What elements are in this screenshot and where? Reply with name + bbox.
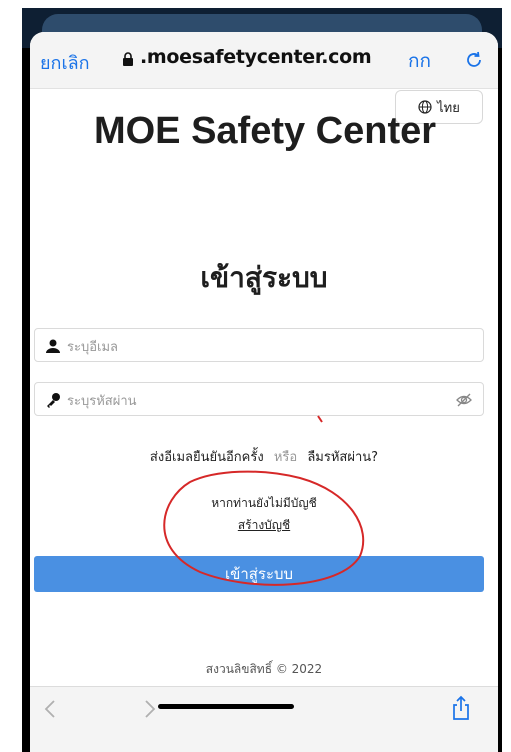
- browser-toolbar: [30, 686, 498, 752]
- back-icon[interactable]: [40, 697, 60, 721]
- eye-slash-icon[interactable]: [455, 391, 473, 409]
- user-icon: [46, 339, 60, 353]
- account-links-row: ส่งอีเมลยืนยันอีกครั้ง หรือ ลืมรหัสผ่าน?: [30, 446, 498, 467]
- or-text: หรือ: [273, 450, 298, 465]
- lock-icon: [123, 52, 133, 66]
- address-bar: ยกเลิก .moesafetycenter.com กก: [30, 32, 498, 89]
- password-placeholder: ระบุรหัสผ่าน: [67, 394, 137, 409]
- share-icon[interactable]: [450, 695, 472, 721]
- copyright-footer: สงวนลิขสิทธิ์ © 2022: [205, 662, 323, 676]
- no-account-text: หากท่านยังไม่มีบัญชี: [211, 496, 317, 510]
- resend-email-link[interactable]: ส่งอีเมลยืนยันอีกครั้ง: [150, 450, 264, 465]
- text-size-button[interactable]: กก: [408, 46, 431, 76]
- forgot-password-link[interactable]: ลืมรหัสผ่าน?: [307, 450, 378, 465]
- password-field[interactable]: ระบุรหัสผ่าน: [34, 382, 484, 416]
- email-field[interactable]: ระบุอีเมล: [34, 328, 484, 362]
- login-heading: เข้าสู่ระบบ: [200, 261, 328, 294]
- reload-icon[interactable]: [464, 50, 484, 70]
- create-account-link[interactable]: สร้างบัญชี: [30, 516, 498, 535]
- page-title: MOE Safety Center: [93, 110, 437, 152]
- email-placeholder: ระบุอีเมล: [67, 340, 119, 355]
- cancel-button[interactable]: ยกเลิก: [40, 48, 90, 77]
- home-indicator: [158, 704, 294, 709]
- login-button[interactable]: เข้าสู่ระบบ: [34, 556, 484, 592]
- forward-icon[interactable]: [140, 697, 160, 721]
- browser-sheet: ยกเลิก .moesafetycenter.com กก ไทย MOE S…: [30, 32, 498, 752]
- url-field[interactable]: .moesafetycenter.com: [140, 46, 372, 68]
- key-icon: [47, 393, 60, 408]
